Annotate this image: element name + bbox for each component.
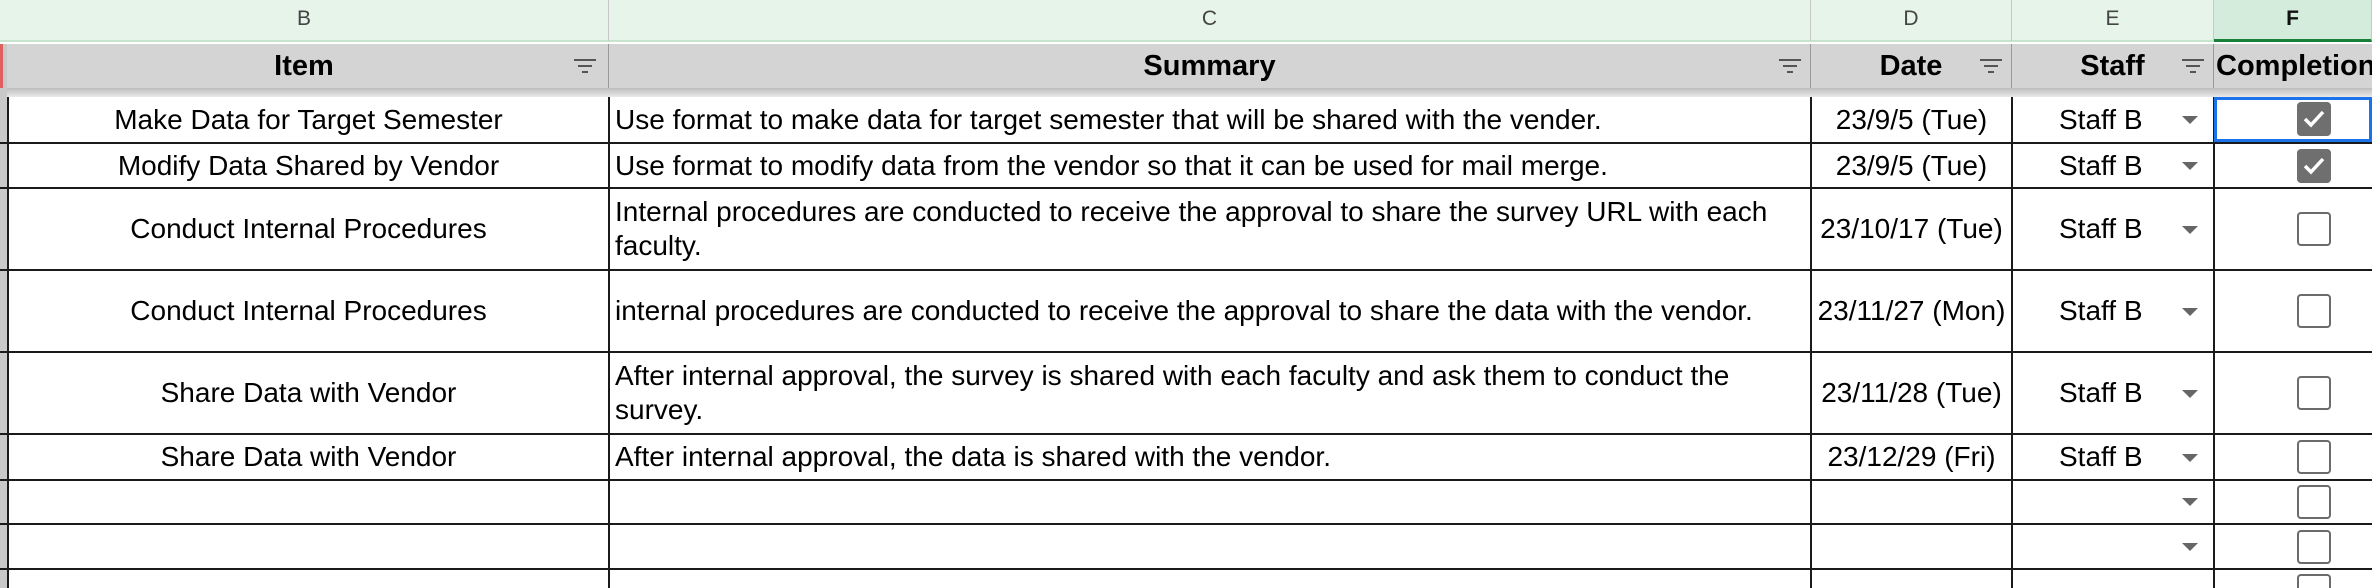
- column-letter-c[interactable]: C: [609, 0, 1811, 42]
- column-divider: [2213, 97, 2215, 588]
- cell-summary[interactable]: Use format to modify data from the vendo…: [610, 144, 1810, 187]
- column-letter-f[interactable]: F: [2214, 0, 2372, 42]
- cell-date[interactable]: 23/9/5 (Tue): [1812, 144, 2011, 187]
- completion-checkbox[interactable]: [2297, 485, 2331, 519]
- cell-staff[interactable]: [2013, 570, 2213, 588]
- cell-summary[interactable]: Use format to make data for target semes…: [610, 97, 1810, 142]
- cell-item[interactable]: Share Data with Vendor: [9, 435, 608, 479]
- dropdown-arrow-icon[interactable]: [2182, 162, 2198, 170]
- cell-item[interactable]: Share Data with Vendor: [9, 353, 608, 433]
- cell-summary[interactable]: [610, 481, 1810, 523]
- cell-date[interactable]: 23/11/28 (Tue): [1812, 353, 2011, 433]
- dropdown-arrow-icon[interactable]: [2182, 498, 2198, 506]
- cell-date[interactable]: [1812, 525, 2011, 568]
- header-completion-label: Completion: [2216, 50, 2372, 82]
- cell-date[interactable]: [1812, 570, 2011, 588]
- completion-checkbox[interactable]: [2297, 149, 2331, 183]
- cell-date[interactable]: [1812, 481, 2011, 523]
- column-letter-e[interactable]: E: [2012, 0, 2214, 42]
- cell-item[interactable]: Conduct Internal Procedures: [9, 271, 608, 351]
- completion-checkbox[interactable]: [2297, 440, 2331, 474]
- cell-summary[interactable]: After internal approval, the data is sha…: [610, 435, 1810, 479]
- header-staff-label: Staff: [2080, 50, 2145, 82]
- header-summary-label: Summary: [1143, 50, 1276, 82]
- checkmark-icon: [2303, 157, 2325, 175]
- header-date-label: Date: [1879, 50, 1943, 82]
- cell-item[interactable]: Conduct Internal Procedures: [9, 189, 608, 269]
- dropdown-arrow-icon[interactable]: [2182, 308, 2198, 316]
- dropdown-arrow-icon[interactable]: [2182, 226, 2198, 234]
- filter-icon[interactable]: [1775, 51, 1805, 81]
- filter-icon[interactable]: [1976, 51, 2006, 81]
- cell-item[interactable]: Make Data for Target Semester: [9, 97, 608, 142]
- cell-date[interactable]: 23/9/5 (Tue): [1812, 97, 2011, 142]
- dropdown-arrow-icon[interactable]: [2182, 390, 2198, 398]
- header-completion[interactable]: Completion: [2214, 44, 2372, 88]
- active-cell-selection: [2214, 97, 2372, 142]
- header-item[interactable]: Item: [0, 44, 609, 88]
- frozen-row-divider: [0, 88, 2372, 97]
- table-header-row: Item Summary Date Staff Completion: [0, 44, 2372, 88]
- cell-item[interactable]: Modify Data Shared by Vendor: [9, 144, 608, 187]
- filter-icon[interactable]: [2178, 51, 2208, 81]
- completion-checkbox[interactable]: [2297, 530, 2331, 564]
- dropdown-arrow-icon[interactable]: [2182, 454, 2198, 462]
- header-item-label: Item: [274, 50, 334, 82]
- header-summary[interactable]: Summary: [609, 44, 1811, 88]
- completion-checkbox[interactable]: [2297, 212, 2331, 246]
- cell-summary[interactable]: [610, 570, 1810, 588]
- dropdown-arrow-icon[interactable]: [2182, 116, 2198, 124]
- cell-date[interactable]: 23/11/27 (Mon): [1812, 271, 2011, 351]
- row-header-marker: [0, 44, 3, 88]
- completion-checkbox[interactable]: [2297, 294, 2331, 328]
- filter-icon[interactable]: [570, 51, 600, 81]
- dropdown-arrow-icon[interactable]: [2182, 543, 2198, 551]
- cell-summary[interactable]: Internal procedures are conducted to rec…: [610, 189, 1810, 269]
- cell-summary[interactable]: After internal approval, the survey is s…: [610, 353, 1810, 433]
- column-letter-b[interactable]: B: [0, 0, 609, 42]
- column-letter-d[interactable]: D: [1811, 0, 2012, 42]
- cell-date[interactable]: 23/10/17 (Tue): [1812, 189, 2011, 269]
- cell-summary[interactable]: internal procedures are conducted to rec…: [610, 271, 1810, 351]
- completion-checkbox[interactable]: [2297, 574, 2331, 588]
- cell-item[interactable]: [9, 570, 608, 588]
- cell-item[interactable]: [9, 481, 608, 523]
- cell-date[interactable]: 23/12/29 (Fri): [1812, 435, 2011, 479]
- cell-summary[interactable]: [610, 525, 1810, 568]
- cell-item[interactable]: [9, 525, 608, 568]
- completion-checkbox[interactable]: [2297, 376, 2331, 410]
- row-header-edge: [0, 44, 7, 588]
